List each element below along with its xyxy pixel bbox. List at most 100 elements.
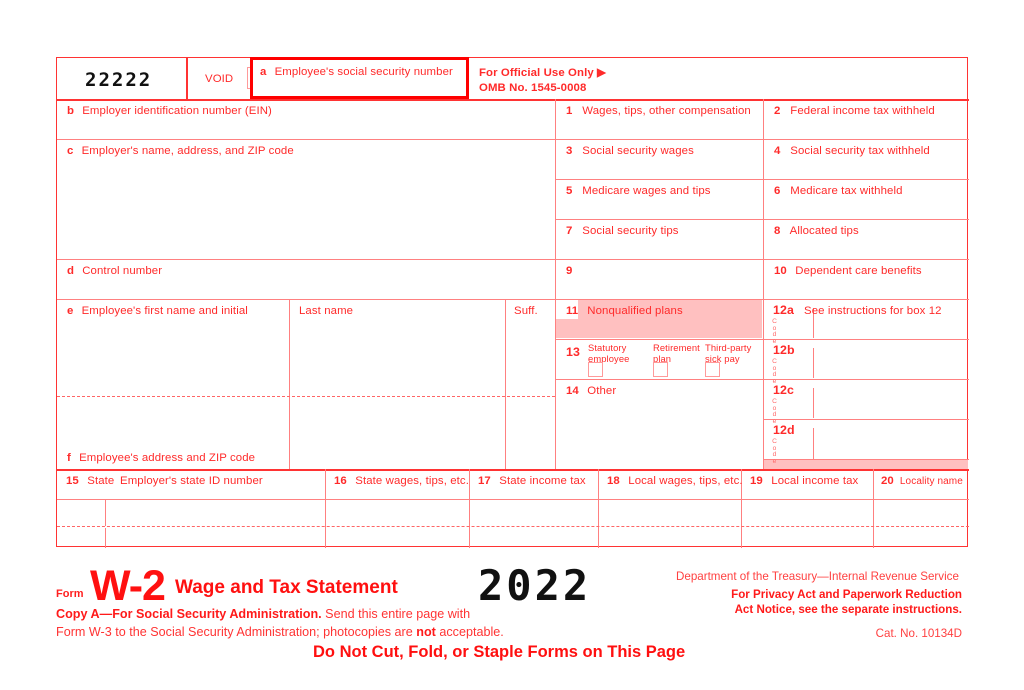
box-11-input[interactable] (556, 299, 763, 339)
catalog-number: Cat. No. 10134D (875, 627, 962, 640)
box-2-input[interactable] (764, 99, 969, 139)
form-footer: Form W-2 Wage and Tax Statement 2022 Cop… (0, 548, 1024, 690)
box-17-input-row2[interactable] (470, 528, 597, 548)
form-name-w2: W-2 (90, 562, 166, 610)
box-17-text: State income tax (499, 475, 586, 487)
box-20-label: 20 Locality name (881, 475, 963, 488)
box-12a-number: 12a (773, 303, 794, 317)
form-title: Wage and Tax Statement (175, 577, 398, 598)
box-b-input[interactable] (57, 99, 555, 139)
box-12c-code-label: Code (772, 398, 777, 425)
box-e-lastname-label: Last name (299, 305, 354, 317)
box-20-text: Locality name (899, 476, 963, 487)
box-7-input[interactable] (556, 219, 763, 259)
department-notice: Department of the Treasury—Internal Reve… (676, 570, 959, 583)
box-e-suffix-input[interactable] (506, 318, 555, 396)
box-15-text: State (87, 475, 115, 487)
box-16-label: 16 State wages, tips, etc. (334, 475, 469, 488)
box-15-state-input-row1[interactable] (57, 500, 105, 526)
box-18-input-row1[interactable] (599, 500, 740, 526)
box-15-state-id-input-row2[interactable] (106, 528, 324, 548)
box-d-input[interactable] (57, 259, 555, 299)
box-3-input[interactable] (556, 139, 763, 179)
box-16-input-row1[interactable] (326, 500, 468, 526)
box-a-letter: a (260, 66, 267, 78)
box-16-number: 16 (334, 475, 347, 487)
line2-pre-text: Form W-3 to the Social Security Administ… (56, 625, 417, 639)
box-18-input-row2[interactable] (599, 528, 740, 548)
box-f-input[interactable] (57, 397, 555, 469)
box-14-text: Other (587, 385, 617, 397)
box-e-text: Employee's first name and initial (81, 305, 248, 317)
box-4-input[interactable] (764, 139, 969, 179)
line2-bold-not: not (416, 625, 436, 639)
box-17-label: 17 State income tax (478, 475, 586, 488)
box-15-label: 15 State (66, 475, 114, 488)
box-12d-input[interactable] (814, 433, 968, 459)
privacy-act-line1: For Privacy Act and Paperwork Reduction (731, 588, 962, 601)
box-19-input-row2[interactable] (742, 528, 872, 548)
box-13-statutory-employee-label: Statutory employee (588, 342, 630, 364)
box-17-number: 17 (478, 475, 491, 487)
w2-form-grid: 22222 VOID a Employee's social security … (56, 57, 969, 548)
box-e-label: e Employee's first name and initial (67, 305, 248, 318)
box-15-number: 15 (66, 475, 79, 487)
box-8-input[interactable] (764, 219, 969, 259)
box-19-label: 19 Local income tax (750, 475, 858, 488)
box-18-text: Local wages, tips, etc. (628, 475, 743, 487)
box-6-input[interactable] (764, 179, 969, 219)
box-13-retirement-plan-checkbox[interactable] (653, 362, 668, 377)
do-not-cut-notice: Do Not Cut, Fold, or Staple Forms on Thi… (313, 643, 686, 661)
form-label: Form (56, 588, 84, 600)
box-e-suffix-label: Suff. (514, 305, 538, 317)
box-13-number: 13 (566, 345, 580, 359)
box-14-input[interactable] (556, 399, 763, 469)
box-18-label: 18 Local wages, tips, etc. (607, 475, 743, 488)
box-13-statutory-employee-checkbox[interactable] (588, 362, 603, 377)
box-15-state-id-label: Employer's state ID number (120, 475, 263, 487)
box-13-retirement-plan-label: Retirement plan (653, 342, 700, 364)
box-13-third-party-sick-pay-checkbox[interactable] (705, 362, 720, 377)
box-12d-code-label: Code (772, 438, 777, 465)
box-14-label: 14 Other (566, 385, 616, 398)
line2-post-text: acceptable. (435, 625, 504, 639)
box-5-input[interactable] (556, 179, 763, 219)
box-15-state-id-input-row1[interactable] (106, 500, 324, 526)
copy-a-bold-text: Copy A—For Social Security Administratio… (56, 607, 322, 621)
box-c-input[interactable] (57, 139, 555, 259)
box-1-input[interactable] (556, 99, 763, 139)
box-e-lastname-input[interactable] (290, 318, 505, 396)
control-digits: 22222 (85, 69, 153, 91)
copy-a-instruction-line1: Copy A—For Social Security Administratio… (56, 606, 470, 622)
box-15-state-input-row2[interactable] (57, 528, 105, 548)
tax-year: 2022 (478, 561, 592, 610)
box-12b-code-label: Code (772, 358, 777, 385)
copy-a-instruction-line2: Form W-3 to the Social Security Administ… (56, 624, 504, 640)
box-20-number: 20 (881, 475, 894, 487)
box-12-shaded-strip (764, 460, 968, 469)
box-a-label: a Employee's social security number (260, 66, 453, 79)
box-18-number: 18 (607, 475, 620, 487)
omb-number: OMB No. 1545-0008 (479, 82, 587, 94)
box-19-number: 19 (750, 475, 763, 487)
box-12c-number: 12c (773, 383, 794, 397)
box-12b-input[interactable] (814, 353, 968, 379)
box-20-input-row2[interactable] (874, 528, 968, 548)
box-20-input-row1[interactable] (874, 500, 968, 526)
box-9-label: 9 (566, 265, 579, 278)
box-12c-input[interactable] (814, 393, 968, 419)
box-14-number: 14 (566, 385, 579, 397)
box-12a-input[interactable] (814, 313, 968, 339)
box-16-input-row2[interactable] (326, 528, 468, 548)
box-19-text: Local income tax (771, 475, 859, 487)
state-row-dashed-separator (57, 526, 969, 527)
box-e-firstname-input[interactable] (57, 318, 289, 396)
copy-a-rest-text: Send this entire page with (321, 607, 471, 621)
box-17-input-row1[interactable] (470, 500, 597, 526)
box-e-letter: e (67, 305, 74, 317)
box-10-input[interactable] (764, 259, 969, 299)
box-12a-code-label: Code (772, 318, 777, 345)
box-a-ssn-field[interactable]: a Employee's social security number (250, 57, 469, 99)
box-16-text: State wages, tips, etc. (355, 475, 469, 487)
box-19-input-row1[interactable] (742, 500, 872, 526)
